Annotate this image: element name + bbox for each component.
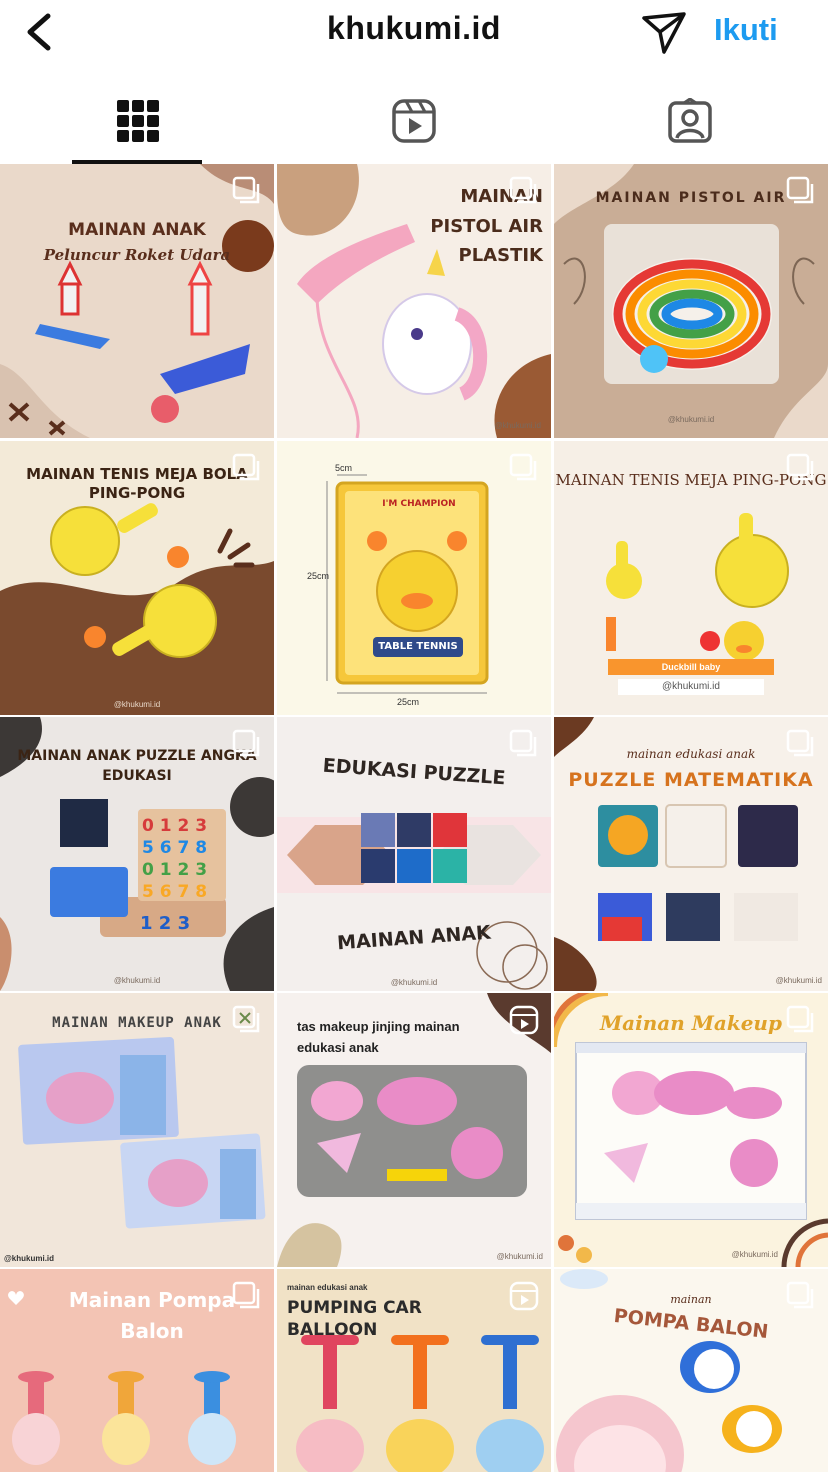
post-tile[interactable]: Mainan Pompa Balon bbox=[0, 1269, 274, 1472]
tab-posts-grid[interactable] bbox=[0, 78, 276, 164]
svg-text:0 1 2 3: 0 1 2 3 bbox=[142, 816, 207, 836]
carousel-icon bbox=[232, 453, 260, 481]
carousel-icon bbox=[232, 729, 260, 757]
paper-plane-icon[interactable] bbox=[638, 8, 690, 56]
post-subtitle: Peluncur Roket Udara bbox=[43, 246, 231, 264]
post-handle: @khukumi.id bbox=[618, 679, 764, 695]
tagged-person-icon bbox=[668, 98, 712, 143]
post-tile[interactable]: 5cm 25cm 25cm I'M CHAMPION TABLE TENNIS bbox=[277, 441, 551, 715]
post-handle: @khukumi.id bbox=[113, 976, 161, 985]
svg-text:0 1 2 3: 0 1 2 3 bbox=[142, 860, 207, 880]
post-tile[interactable]: MAINAN TENIS MEJA BOLA PING-PONG @khukum… bbox=[0, 441, 274, 715]
post-tile[interactable]: MAINAN ANAK Peluncur Roket Udara bbox=[0, 164, 274, 438]
box-label-champion: I'M CHAMPION bbox=[382, 499, 456, 509]
post-tile[interactable]: mainan edukasi anak PUZZLE MATEMATIKA @k… bbox=[554, 717, 828, 991]
carousel-icon bbox=[232, 176, 260, 204]
grid-icon bbox=[117, 100, 159, 142]
post-tile[interactable]: mainan POMPA BALON bbox=[554, 1269, 828, 1472]
post-tile[interactable]: EDUKASI PUZZLE MAINAN ANAK @khukumi.id bbox=[277, 717, 551, 991]
post-title: PUZZLE MATEMATIKA bbox=[568, 769, 814, 791]
post-title: PUMPING CAR BALLOON bbox=[287, 1298, 422, 1341]
post-tile[interactable]: MAINAN TENIS MEJA PING-PONG Duckbill bab… bbox=[554, 441, 828, 715]
tab-tagged[interactable] bbox=[552, 78, 828, 164]
reels-badge-icon bbox=[509, 1005, 539, 1035]
carousel-icon bbox=[786, 1005, 814, 1033]
post-tile[interactable]: 1 2 3 0 1 2 3 5 6 7 8 0 1 2 3 5 6 7 8 MA… bbox=[0, 717, 274, 991]
box-dimension-depth: 5cm bbox=[335, 463, 353, 473]
carousel-icon bbox=[509, 176, 537, 204]
carousel-icon bbox=[232, 1281, 260, 1309]
post-tile[interactable]: mainan edukasi anak PUMPING CAR BALLOON bbox=[277, 1269, 551, 1472]
post-handle: @khukumi.id bbox=[4, 1254, 55, 1263]
post-handle: @khukumi.id bbox=[775, 976, 822, 985]
box-dimension-width: 25cm bbox=[397, 697, 420, 707]
profile-header: khukumi.id Ikuti bbox=[0, 0, 828, 70]
post-handle: @khukumi.id bbox=[731, 1250, 778, 1259]
post-tile[interactable]: MAINAN PISTOL AIR @khukumi.id bbox=[554, 164, 828, 438]
post-subtitle: mainan edukasi anak bbox=[287, 1283, 368, 1292]
carousel-icon bbox=[786, 729, 814, 757]
carousel-icon bbox=[786, 176, 814, 204]
post-tile[interactable]: MAINAN PISTOL AIR PLASTIK @khukumi.id bbox=[277, 164, 551, 438]
tab-reels[interactable] bbox=[276, 78, 552, 164]
svg-text:5 6 7 8: 5 6 7 8 bbox=[142, 838, 207, 858]
reels-icon bbox=[392, 99, 436, 143]
post-handle: @khukumi.id bbox=[113, 700, 161, 709]
carousel-icon bbox=[786, 453, 814, 481]
box-dimension-height: 25cm bbox=[307, 571, 330, 581]
profile-username: khukumi.id bbox=[327, 10, 501, 46]
post-handle: @khukumi.id bbox=[494, 421, 541, 430]
follow-button[interactable]: Ikuti bbox=[714, 12, 778, 48]
carousel-icon bbox=[232, 1005, 260, 1033]
carousel-icon bbox=[509, 729, 537, 757]
post-handle: @khukumi.id bbox=[496, 1252, 543, 1261]
post-tile[interactable]: tas makeup jinjing mainan edukasi anak @… bbox=[277, 993, 551, 1267]
svg-text:5 6 7 8: 5 6 7 8 bbox=[142, 882, 207, 902]
posts-grid: MAINAN ANAK Peluncur Roket Udara MAINAN … bbox=[0, 164, 828, 1472]
carousel-icon bbox=[786, 1281, 814, 1309]
post-tile[interactable]: MAINAN MAKEUP ANAK @khukumi.id bbox=[0, 993, 274, 1267]
post-title: TABLE TENNIS bbox=[378, 641, 458, 652]
post-title: Mainan Pompa Balon bbox=[68, 1288, 236, 1343]
post-handle: @khukumi.id bbox=[667, 415, 715, 424]
reels-badge-icon bbox=[509, 1281, 539, 1311]
post-tile[interactable]: Mainan Makeup @khukumi.id bbox=[554, 993, 828, 1267]
profile-tabs bbox=[0, 78, 828, 164]
post-handle: @khukumi.id bbox=[390, 978, 438, 987]
post-title: MAINAN ANAK bbox=[68, 220, 206, 240]
post-title: tas makeup jinjing mainan edukasi anak bbox=[297, 1019, 460, 1055]
carousel-icon bbox=[509, 453, 537, 481]
svg-text:1 2 3: 1 2 3 bbox=[140, 913, 190, 934]
brand-banner: Duckbill baby bbox=[608, 659, 774, 675]
